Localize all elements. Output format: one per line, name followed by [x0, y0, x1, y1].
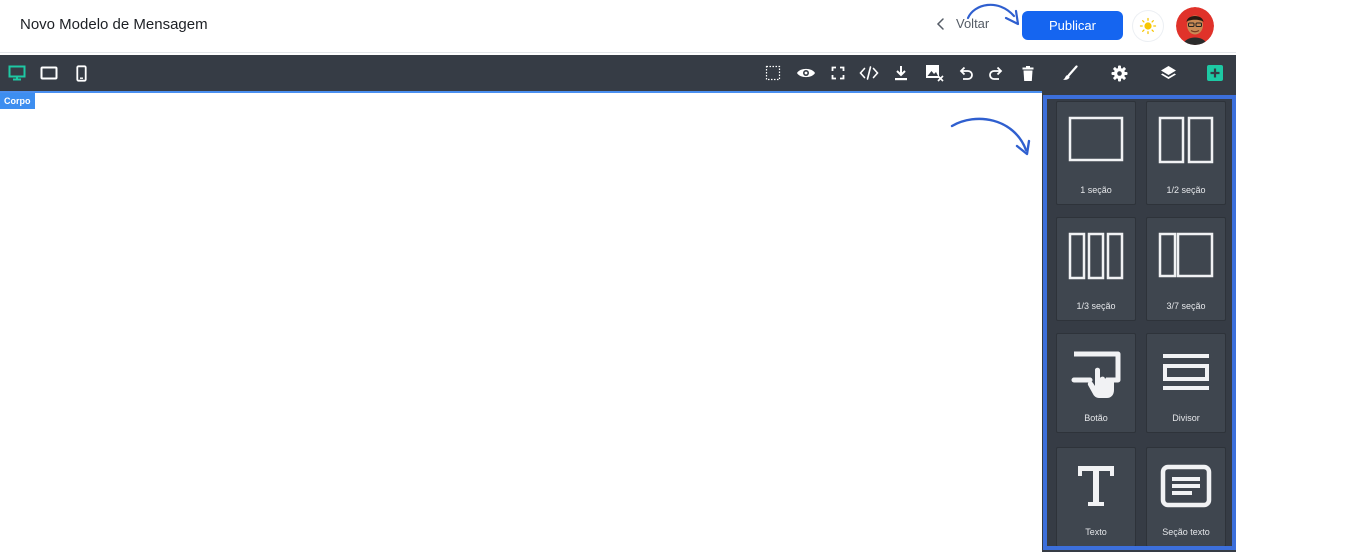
delete-button[interactable]: [1019, 55, 1037, 91]
device-mobile-button[interactable]: [72, 55, 90, 91]
theme-toggle-button[interactable]: [1133, 11, 1163, 41]
selected-element-badge: Corpo: [0, 93, 35, 109]
undo-icon: [959, 66, 973, 80]
layers-icon: [1160, 66, 1176, 79]
editor-toolbar: [0, 55, 1236, 91]
settings-button[interactable]: [1108, 55, 1130, 91]
tablet-icon: [40, 66, 58, 80]
preview-button[interactable]: [795, 55, 817, 91]
code-icon: [859, 66, 879, 80]
back-label: Voltar: [956, 16, 990, 31]
blocks-button[interactable]: [1204, 55, 1226, 91]
preview-icon: [797, 68, 815, 78]
user-avatar[interactable]: [1176, 7, 1214, 45]
blocks-icon: [1207, 65, 1223, 81]
sun-icon: [1139, 17, 1157, 35]
download-icon: [895, 66, 907, 81]
clear-canvas-icon: [925, 65, 944, 82]
redo-icon: [989, 66, 1003, 80]
download-button[interactable]: [892, 55, 910, 91]
device-tablet-button[interactable]: [38, 55, 60, 91]
clear-canvas-button[interactable]: [923, 55, 945, 91]
chevron-left-icon: [936, 17, 944, 30]
device-desktop-button[interactable]: [6, 55, 28, 91]
annotation-arrow: [950, 117, 1031, 156]
trash-icon: [1022, 65, 1034, 81]
avatar-image: [1176, 7, 1214, 45]
style-manager-icon: [1063, 65, 1078, 80]
redo-button[interactable]: [987, 55, 1005, 91]
mobile-icon: [75, 64, 87, 82]
outline-icon: [765, 65, 781, 81]
fullscreen-button[interactable]: [829, 55, 847, 91]
settings-icon: [1111, 65, 1127, 81]
style-manager-button[interactable]: [1059, 55, 1081, 91]
top-bar: Novo Modelo de Mensagem Voltar Publicar: [0, 0, 1236, 53]
layers-button[interactable]: [1157, 55, 1179, 91]
desktop-icon: [8, 65, 26, 81]
fullscreen-icon: [831, 66, 845, 80]
undo-button[interactable]: [957, 55, 975, 91]
publish-button[interactable]: Publicar: [1022, 11, 1123, 40]
back-link[interactable]: Voltar: [934, 16, 989, 31]
page-title: Novo Modelo de Mensagem: [20, 16, 208, 33]
editor-canvas[interactable]: Corpo: [0, 91, 1042, 552]
blocks-highlight-frame: [1043, 95, 1236, 550]
code-button[interactable]: [858, 55, 880, 91]
editor-page: Novo Modelo de Mensagem Voltar Publicar: [0, 0, 1352, 552]
outline-button[interactable]: [763, 55, 783, 91]
